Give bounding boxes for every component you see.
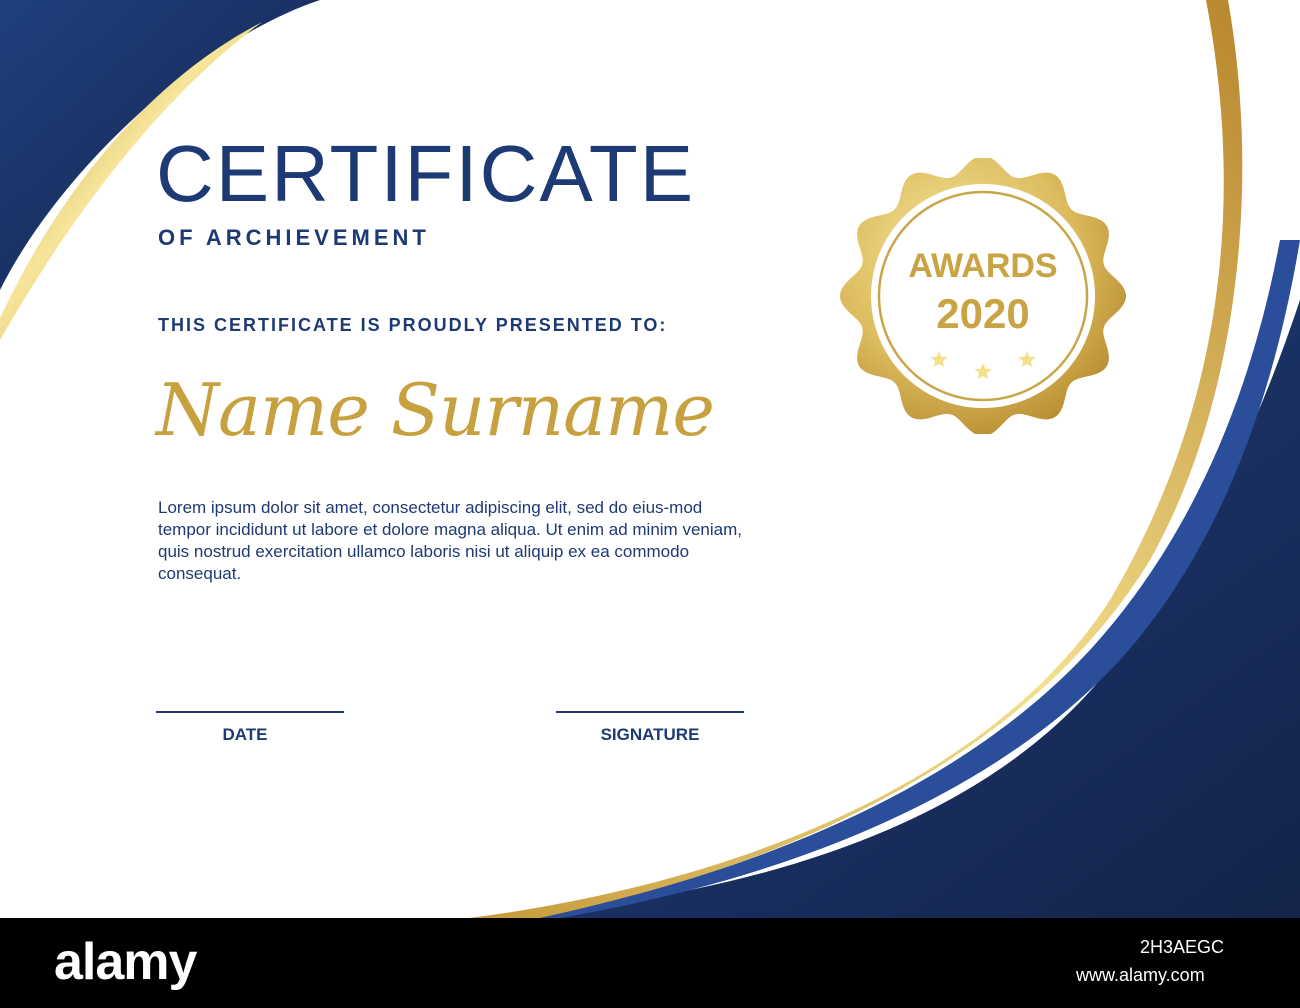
signature-line: [556, 711, 744, 713]
seal-year-text: 2020: [936, 290, 1030, 337]
certificate-body-text: Lorem ipsum dolor sit amet, consectetur …: [158, 498, 742, 583]
stock-url: www.alamy.com: [1076, 965, 1205, 985]
stock-image-id: 2H3AEGC: [1140, 937, 1225, 957]
seal-awards-text: AWARDS: [908, 247, 1058, 285]
date-line: [156, 711, 344, 713]
alamy-logo: alamy: [54, 933, 197, 991]
presented-to-label: THIS CERTIFICATE IS PROUDLY PRESENTED TO…: [158, 315, 668, 335]
date-label: DATE: [222, 725, 268, 744]
certificate-title: CERTIFICATE: [156, 129, 696, 218]
signature-label: SIGNATURE: [600, 725, 700, 744]
recipient-name: Name Surname: [156, 368, 715, 452]
certificate: CERTIFICATE OF ARCHIEVEMENT THIS CERTIFI…: [0, 0, 1300, 918]
certificate-subtitle: OF ARCHIEVEMENT: [158, 225, 430, 250]
